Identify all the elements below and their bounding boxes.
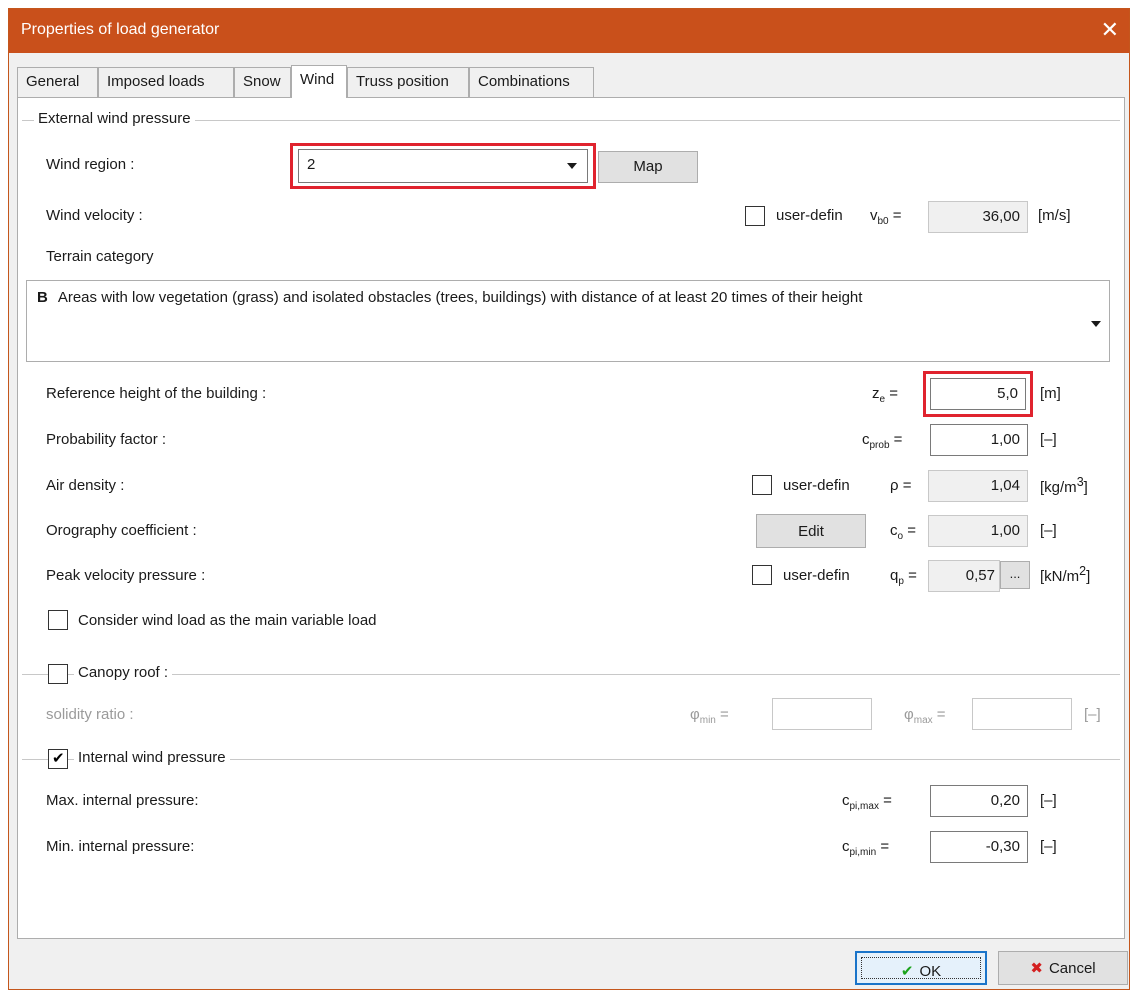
rho-field: 1,04: [928, 470, 1028, 502]
reference-height-label: Reference height of the building :: [46, 385, 267, 402]
internal-pressure-label: Internal wind pressure: [74, 749, 230, 766]
cancel-button[interactable]: ✖ Cancel: [998, 951, 1128, 985]
main-variable-checkbox[interactable]: [48, 610, 68, 630]
map-button[interactable]: Map: [598, 151, 698, 183]
wind-velocity-label: Wind velocity :: [46, 207, 143, 224]
co-field: 1,00: [928, 515, 1028, 547]
tab-general[interactable]: General: [17, 67, 98, 97]
rho-unit: [kg/m3]: [1040, 475, 1088, 496]
max-internal-label: Max. internal pressure:: [46, 792, 199, 809]
edit-orography-button[interactable]: Edit: [756, 514, 866, 548]
qp-details-button[interactable]: ...: [1000, 561, 1030, 589]
checkmark-icon: ✔: [900, 963, 914, 980]
ze-unit: [m]: [1040, 385, 1061, 402]
qp-user-defined-label: user-defin: [783, 567, 850, 584]
cpimin-symbol: cpi,min =: [842, 838, 890, 858]
co-symbol: co =: [890, 522, 916, 542]
ze-symbol: ze =: [872, 385, 898, 405]
phimin-input[interactable]: [772, 698, 872, 730]
terrain-code: B: [37, 289, 48, 306]
tab-snow[interactable]: Snow: [234, 67, 291, 97]
peak-velocity-label: Peak velocity pressure :: [46, 567, 206, 584]
solidity-ratio-label: solidity ratio :: [46, 706, 134, 723]
qp-field: 0,57: [928, 560, 1000, 592]
canopy-roof-checkbox[interactable]: [48, 664, 68, 684]
ze-highlight: [923, 371, 1033, 417]
vb0-symbol: vb0 =: [870, 207, 902, 227]
rho-symbol: ρ =: [890, 477, 912, 494]
min-internal-label: Min. internal pressure:: [46, 838, 195, 855]
cancel-label: Cancel: [1048, 960, 1096, 977]
ok-label: OK: [919, 963, 942, 980]
vb0-unit: [m/s]: [1038, 207, 1071, 224]
dialog-window: Properties of load generator ✕ General I…: [8, 8, 1130, 990]
qp-symbol: qp =: [890, 567, 917, 587]
phi-unit: [–]: [1084, 706, 1101, 723]
ok-button[interactable]: ✔ OK: [855, 951, 987, 985]
chevron-down-icon: [1091, 321, 1101, 327]
cprob-input[interactable]: 1,00: [930, 424, 1028, 456]
close-icon[interactable]: ✕: [1101, 17, 1119, 43]
cprob-unit: [–]: [1040, 431, 1057, 448]
cpimax-unit: [–]: [1040, 792, 1057, 809]
phimax-symbol: φmax =: [904, 706, 946, 726]
orography-label: Orography coefficient :: [46, 522, 197, 539]
phimax-input[interactable]: [972, 698, 1072, 730]
cpimax-input[interactable]: 0,20: [930, 785, 1028, 817]
air-density-label: Air density :: [46, 477, 125, 494]
main-variable-label: Consider wind load as the main variable …: [78, 612, 377, 629]
tab-imposed-loads[interactable]: Imposed loads: [98, 67, 234, 97]
wind-region-highlight: [290, 143, 596, 189]
rho-user-defined-checkbox[interactable]: [752, 475, 772, 495]
wind-region-label: Wind region :: [46, 156, 135, 173]
vb0-field: 36,00: [928, 201, 1028, 233]
cpimax-symbol: cpi,max =: [842, 792, 892, 812]
title-bar: Properties of load generator ✕: [9, 9, 1129, 53]
group-divider: [22, 674, 1120, 675]
terrain-category-select[interactable]: B Areas with low vegetation (grass) and i…: [26, 280, 1110, 362]
canopy-roof-label: Canopy roof :: [74, 664, 173, 681]
tab-truss-position[interactable]: Truss position: [347, 67, 469, 97]
external-group-title: External wind pressure: [34, 110, 195, 127]
co-unit: [–]: [1040, 522, 1057, 539]
vb0-user-defined-checkbox[interactable]: [745, 206, 765, 226]
tab-combinations[interactable]: Combinations: [469, 67, 594, 97]
probability-factor-label: Probability factor :: [46, 431, 167, 448]
cpimin-unit: [–]: [1040, 838, 1057, 855]
rho-user-defined-label: user-defin: [783, 477, 850, 494]
internal-pressure-checkbox[interactable]: [48, 749, 68, 769]
vb0-user-defined-label: user-defin: [776, 207, 843, 224]
qp-user-defined-checkbox[interactable]: [752, 565, 772, 585]
terrain-category-label: Terrain category: [46, 248, 154, 265]
terrain-description: Areas with low vegetation (grass) and is…: [57, 289, 863, 306]
qp-unit: [kN/m2]: [1040, 564, 1091, 585]
cprob-symbol: cprob =: [862, 431, 903, 451]
wind-tab-panel: External wind pressure Wind region : 2 M…: [17, 97, 1125, 939]
cpimin-input[interactable]: -0,30: [930, 831, 1028, 863]
cancel-x-icon: ✖: [1030, 960, 1043, 977]
tab-wind[interactable]: Wind: [291, 65, 347, 98]
phimin-symbol: φmin =: [690, 706, 729, 726]
window-title: Properties of load generator: [21, 21, 220, 38]
